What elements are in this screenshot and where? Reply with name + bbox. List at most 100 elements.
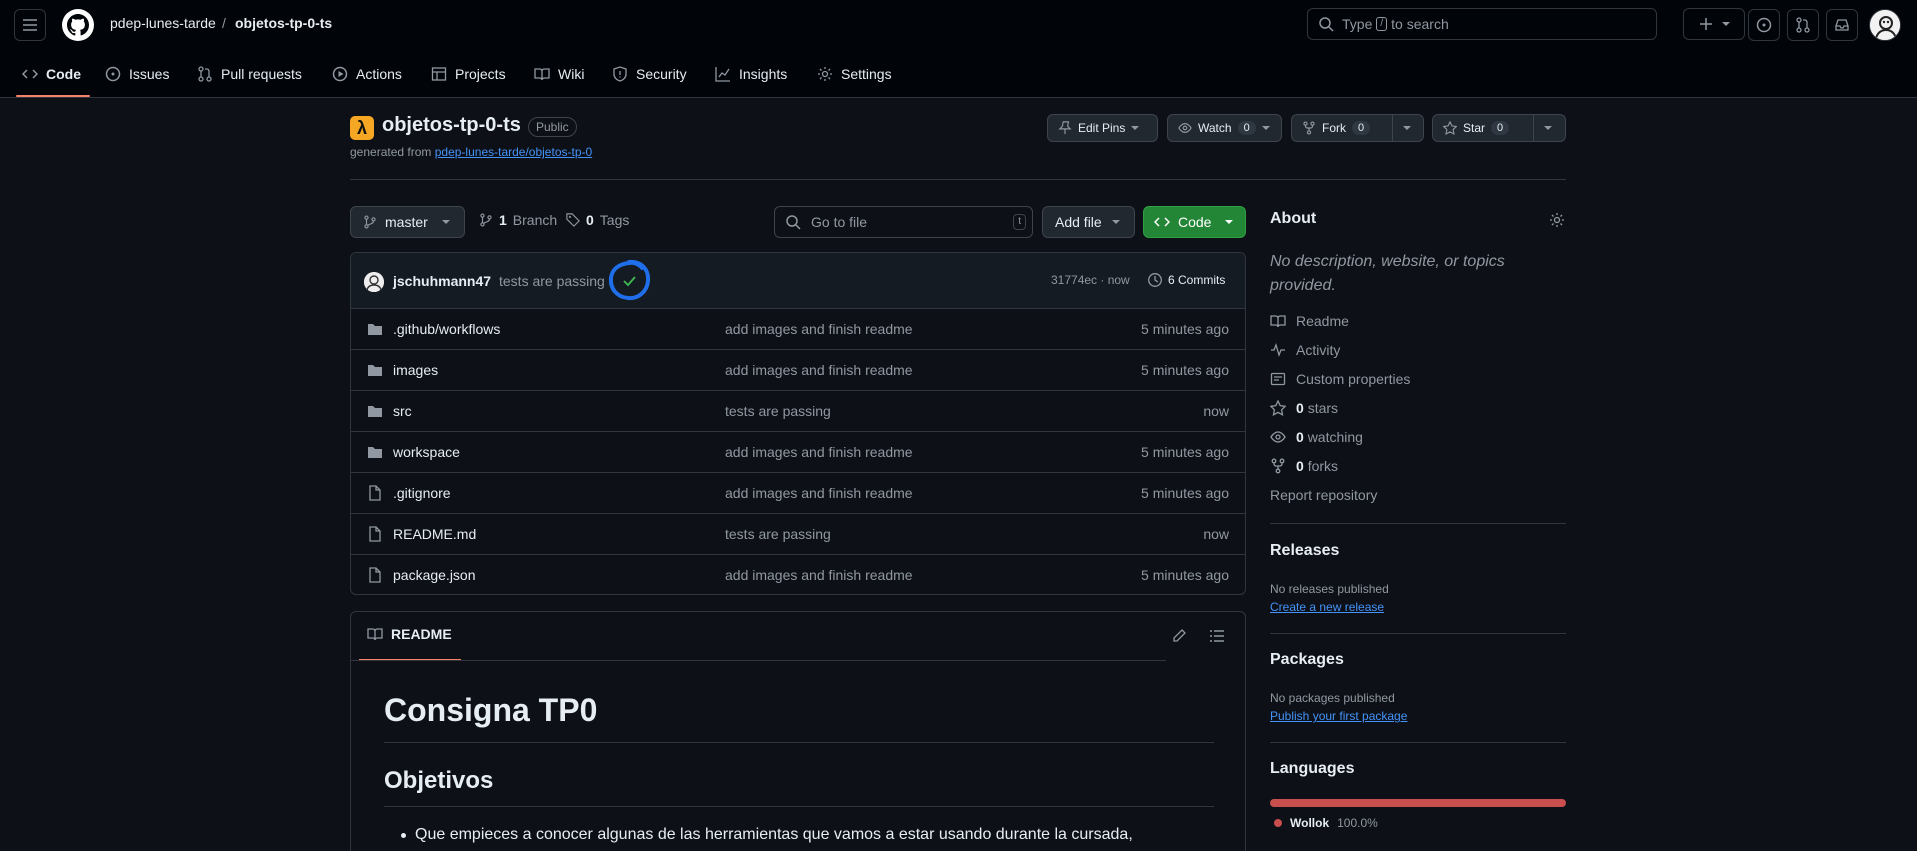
inbox-button[interactable] bbox=[1826, 9, 1858, 41]
language-item[interactable]: Wollok 100.0% bbox=[1274, 816, 1378, 830]
create-new-button[interactable] bbox=[1683, 8, 1745, 40]
tab-code[interactable]: Code bbox=[22, 60, 81, 88]
list-icon[interactable] bbox=[1209, 628, 1225, 644]
tab-security[interactable]: Security bbox=[612, 60, 687, 88]
custom-properties-link[interactable]: Custom properties bbox=[1270, 371, 1410, 387]
file-row[interactable]: images add images and finish readme 5 minu… bbox=[351, 350, 1245, 391]
edit-pins-button[interactable]: Edit Pins bbox=[1047, 114, 1158, 142]
github-logo-icon[interactable] bbox=[62, 9, 94, 41]
tab-settings[interactable]: Settings bbox=[817, 60, 892, 88]
forks-link[interactable]: 0 forks bbox=[1270, 458, 1338, 474]
tab-wiki[interactable]: Wiki bbox=[534, 60, 584, 88]
tab-actions[interactable]: Actions bbox=[332, 60, 402, 88]
file-name[interactable]: workspace bbox=[393, 444, 460, 460]
check-status-icon[interactable] bbox=[607, 259, 651, 301]
readme-link[interactable]: Readme bbox=[1270, 313, 1349, 329]
search-text-pre: Type bbox=[1342, 16, 1373, 32]
file-commit-message[interactable]: tests are passing bbox=[725, 403, 831, 419]
template-repo-link[interactable]: pdep-lunes-tarde/objetos-tp-0 bbox=[435, 145, 592, 159]
issues-button[interactable] bbox=[1748, 9, 1780, 41]
file-name[interactable]: README.md bbox=[393, 526, 476, 542]
readme-tab-label: README bbox=[391, 626, 452, 642]
pull-requests-button[interactable] bbox=[1787, 9, 1819, 41]
fork-button[interactable]: Fork 0 bbox=[1291, 114, 1424, 142]
gear-icon[interactable] bbox=[1549, 212, 1565, 228]
eye-icon bbox=[1178, 123, 1192, 133]
file-icon bbox=[367, 526, 383, 542]
file-row[interactable]: package.json add images and finish readme… bbox=[351, 555, 1245, 594]
file-commit-message[interactable]: add images and finish readme bbox=[725, 321, 913, 337]
tab-insights[interactable]: Insights bbox=[715, 60, 787, 88]
publish-package-link[interactable]: Publish your first package bbox=[1270, 709, 1407, 723]
tab-projects[interactable]: Projects bbox=[431, 60, 506, 88]
releases-heading[interactable]: Releases bbox=[1270, 542, 1339, 560]
sidebar-divider bbox=[1270, 742, 1566, 743]
file-commit-time: 5 minutes ago bbox=[1141, 567, 1229, 583]
fork-icon bbox=[1271, 458, 1285, 474]
repo-title[interactable]: objetos-tp-0-ts bbox=[382, 114, 521, 137]
file-commit-message[interactable]: add images and finish readme bbox=[725, 485, 913, 501]
file-name[interactable]: .gitignore bbox=[393, 485, 451, 501]
branches-link[interactable]: 1 Branch bbox=[479, 212, 557, 228]
file-row[interactable]: .gitignore add images and finish readme 5 … bbox=[351, 473, 1245, 514]
fork-dropdown[interactable] bbox=[1393, 115, 1421, 141]
watch-button[interactable]: Watch 0 bbox=[1167, 114, 1282, 142]
file-commit-message[interactable]: add images and finish readme bbox=[725, 444, 913, 460]
star-button[interactable]: Star 0 bbox=[1432, 114, 1566, 142]
chevron-down-icon bbox=[1261, 126, 1270, 130]
folder-icon bbox=[367, 403, 383, 419]
search-icon bbox=[1319, 17, 1334, 32]
file-name[interactable]: .github/workflows bbox=[393, 321, 500, 337]
file-row[interactable]: README.md tests are passing now bbox=[351, 514, 1245, 555]
tag-icon bbox=[566, 213, 580, 227]
chevron-down-icon bbox=[1131, 126, 1140, 130]
file-commit-message[interactable]: add images and finish readme bbox=[725, 362, 913, 378]
tab-pull-requests[interactable]: Pull requests bbox=[197, 60, 302, 88]
watching-link[interactable]: 0 watching bbox=[1270, 429, 1363, 445]
commit-message[interactable]: tests are passing bbox=[499, 273, 605, 289]
sidebar-divider bbox=[1270, 523, 1566, 524]
create-release-link[interactable]: Create a new release bbox=[1270, 600, 1384, 614]
folder-icon bbox=[367, 321, 383, 337]
tab-issues[interactable]: Issues bbox=[105, 60, 169, 88]
menu-button[interactable] bbox=[14, 9, 46, 41]
commit-author-avatar[interactable] bbox=[364, 272, 384, 292]
report-repository-link[interactable]: Report repository bbox=[1270, 487, 1377, 503]
heading-rule bbox=[384, 742, 1214, 743]
releases-empty-text: No releases published bbox=[1270, 582, 1389, 596]
search-text-post: to search bbox=[1391, 16, 1449, 32]
breadcrumb-owner[interactable]: pdep-lunes-tarde bbox=[110, 15, 216, 31]
shield-icon bbox=[613, 66, 627, 82]
file-row[interactable]: .github/workflows add images and finish r… bbox=[351, 309, 1245, 350]
add-file-button[interactable]: Add file bbox=[1042, 206, 1135, 238]
activity-link[interactable]: Activity bbox=[1270, 342, 1340, 358]
star-dropdown[interactable] bbox=[1534, 115, 1562, 141]
go-to-file-input[interactable]: Go to file t bbox=[774, 206, 1033, 238]
breadcrumb-repo[interactable]: objetos-tp-0-ts bbox=[235, 15, 332, 31]
code-button[interactable]: Code bbox=[1143, 206, 1246, 238]
readme-heading-1: Consigna TP0 bbox=[384, 692, 598, 728]
file-commit-message[interactable]: tests are passing bbox=[725, 526, 831, 542]
branch-select[interactable]: master bbox=[350, 206, 465, 238]
file-row[interactable]: workspace add images and finish readme 5 m… bbox=[351, 432, 1245, 473]
file-name[interactable]: src bbox=[393, 403, 412, 419]
file-name[interactable]: images bbox=[393, 362, 438, 378]
pencil-icon[interactable] bbox=[1171, 628, 1187, 644]
user-avatar[interactable] bbox=[1869, 9, 1901, 41]
commit-hash-time[interactable]: 31774ec · now bbox=[1051, 273, 1130, 287]
readme-tab[interactable]: README bbox=[367, 626, 452, 642]
tags-link[interactable]: 0 Tags bbox=[566, 212, 629, 228]
global-search[interactable]: Type / to search bbox=[1307, 8, 1657, 40]
commits-history-link[interactable]: 6 Commits bbox=[1147, 272, 1225, 288]
file-name[interactable]: package.json bbox=[393, 567, 476, 583]
packages-heading[interactable]: Packages bbox=[1270, 651, 1344, 669]
visibility-badge: Public bbox=[528, 117, 577, 137]
forks-count: 0 bbox=[1296, 458, 1304, 474]
commit-author[interactable]: jschuhmann47 bbox=[393, 273, 491, 289]
tab-label: Wiki bbox=[558, 66, 585, 82]
stars-link[interactable]: 0 stars bbox=[1270, 400, 1338, 416]
file-row[interactable]: src tests are passing now bbox=[351, 391, 1245, 432]
branch-label: Branch bbox=[512, 212, 558, 228]
file-commit-message[interactable]: add images and finish readme bbox=[725, 567, 913, 583]
code-icon bbox=[1154, 217, 1170, 227]
